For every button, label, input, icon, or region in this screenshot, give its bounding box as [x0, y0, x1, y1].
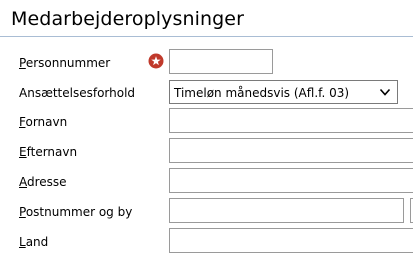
- land-label: Land: [19, 234, 48, 250]
- row-personnummer: Personnummer: [0, 49, 413, 76]
- chevron-down-icon: [379, 88, 391, 96]
- efternavn-label-accesskey: E: [19, 145, 27, 159]
- row-efternavn: Efternavn: [0, 138, 413, 165]
- personnummer-label-accesskey: P: [19, 56, 26, 70]
- land-label-text: and: [25, 235, 49, 249]
- postnummer-label: Postnummer og by: [19, 204, 132, 220]
- fornavn-input[interactable]: [169, 108, 413, 133]
- land-input[interactable]: [169, 228, 413, 253]
- personnummer-label: Personnummer: [19, 55, 110, 71]
- adresse-label-accesskey: A: [19, 175, 27, 189]
- ansaettelsesforhold-label: Ansættelsesforhold: [19, 86, 136, 100]
- row-adresse: Adresse: [0, 168, 413, 195]
- land-label-accesskey: L: [19, 235, 26, 249]
- ansaettelsesforhold-selected-value: Timeløn månedsvis (Afl.f. 03): [174, 86, 350, 100]
- fornavn-label: Fornavn: [19, 114, 67, 130]
- personnummer-input[interactable]: [169, 49, 273, 74]
- efternavn-input[interactable]: [169, 138, 413, 163]
- title-divider: [0, 36, 413, 37]
- ansaettelsesforhold-select[interactable]: Timeløn månedsvis (Afl.f. 03): [169, 80, 398, 104]
- adresse-label: Adresse: [19, 174, 67, 190]
- row-ansaettelsesforhold: Ansættelsesforhold Timeløn månedsvis (Af…: [0, 79, 413, 106]
- required-star-icon: [148, 53, 164, 69]
- efternavn-label: Efternavn: [19, 144, 77, 160]
- efternavn-label-text: fternavn: [26, 145, 78, 159]
- fornavn-label-text: ornavn: [25, 115, 68, 129]
- adresse-input[interactable]: [169, 168, 413, 193]
- adresse-label-text: dresse: [27, 175, 67, 189]
- page-title: Medarbejderoplysninger: [11, 8, 245, 30]
- row-postnummer-og-by: Postnummer og by: [0, 198, 413, 225]
- postnummer-input[interactable]: [169, 198, 404, 223]
- postnummer-label-accesskey: P: [19, 205, 26, 219]
- row-land: Land: [0, 228, 413, 255]
- row-fornavn: Fornavn: [0, 108, 413, 135]
- personnummer-label-text: ersonnummer: [25, 56, 111, 70]
- postnummer-label-text: ostnummer og by: [25, 205, 133, 219]
